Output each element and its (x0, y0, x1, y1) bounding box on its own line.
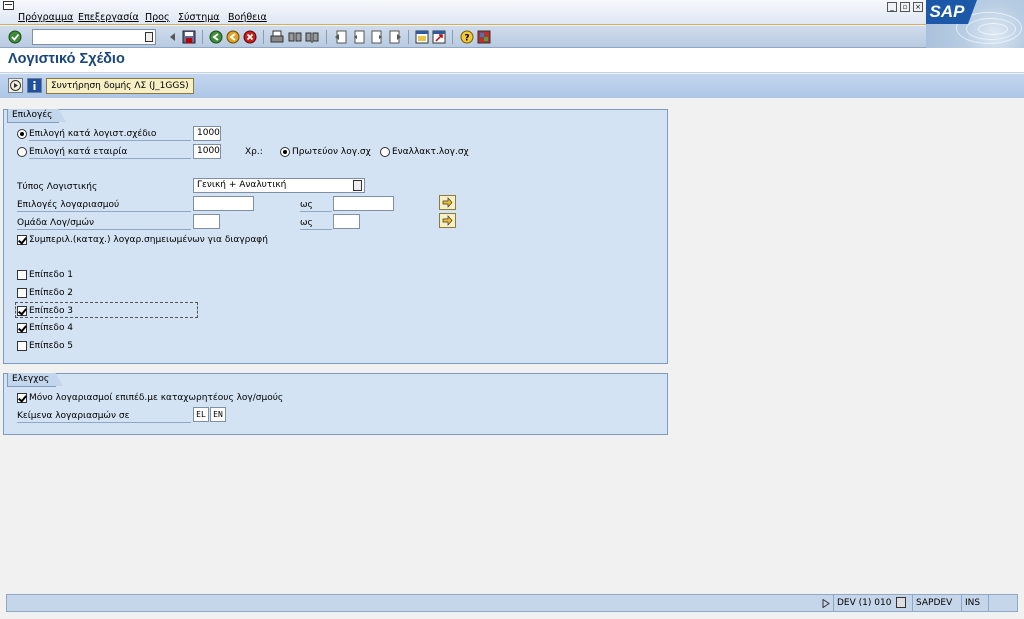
close-window-icon[interactable]: × (913, 2, 923, 12)
menu-edit[interactable]: Επεξεργασία (78, 12, 139, 23)
menu-program[interactable]: Πρόγραμμα (18, 12, 73, 23)
company-code-field[interactable]: 1000 (193, 144, 221, 159)
include-deleted-checkbox[interactable] (17, 235, 27, 245)
only-posting-accounts-label: Μόνο λογαριασμοί επιπέδ.με καταχωρητέους… (29, 393, 284, 403)
account-to-field[interactable] (333, 196, 394, 211)
account-group-to-field[interactable] (333, 214, 360, 229)
radio-primary-chart[interactable] (280, 147, 290, 157)
exit-icon[interactable] (226, 30, 240, 44)
execute-icon[interactable] (8, 78, 23, 93)
account-group-from-field[interactable] (193, 214, 220, 229)
level-2-checkbox[interactable] (17, 288, 27, 298)
menu-help[interactable]: Βοήθεια (228, 12, 267, 23)
find-next-icon[interactable] (305, 30, 319, 44)
level-3-checkbox[interactable] (17, 306, 27, 316)
chart-type-label: Χρ.: (245, 147, 263, 157)
cancel-icon[interactable] (243, 30, 257, 44)
account-multiple-selection-button[interactable] (439, 195, 456, 210)
radio-alternative-chart[interactable] (380, 147, 390, 157)
standard-toolbar: ? (0, 26, 926, 48)
layout-icon[interactable] (477, 30, 491, 44)
back-icon[interactable] (209, 30, 223, 44)
application-toolbar: Συντήρηση δομής ΛΣ (J_1GGS) (0, 74, 1024, 98)
account-group-label: Ομάδα Λογ/σμών (17, 217, 191, 230)
select-by-chart-label: Επιλογή κατά λογιστ.σχέδιο (29, 128, 191, 141)
sap-logo-text: SAP (926, 0, 977, 24)
account-group-multiple-selection-button[interactable] (439, 213, 456, 228)
print-icon[interactable] (270, 30, 284, 44)
page-title: Λογιστικό Σχέδιο (8, 51, 125, 67)
control-group-title: Ελεγχος (7, 372, 64, 387)
account-group-to-label: ως (300, 217, 332, 230)
language-el-field[interactable]: EL (193, 407, 209, 422)
accounting-type-value: Γενική + Αναλυτική (197, 180, 287, 190)
command-field[interactable] (32, 29, 156, 45)
info-icon[interactable] (27, 78, 42, 93)
status-bar: DEV (1) 010 SAPDEV INS (6, 594, 1018, 612)
account-selection-label: Επιλογές λογαριασμού (17, 199, 191, 212)
multiple-selection-arrow-icon (442, 197, 453, 208)
minimize-icon[interactable]: _ (887, 2, 897, 12)
level-1-checkbox[interactable] (17, 270, 27, 280)
sap-logo: SAP (926, 0, 1024, 48)
back-small-icon[interactable] (166, 30, 180, 44)
level-4-checkbox[interactable] (17, 323, 27, 333)
server-name: SAPDEV (912, 595, 960, 611)
shortcut-icon[interactable] (432, 30, 446, 44)
accounting-type-dropdown-icon[interactable] (353, 180, 362, 191)
only-posting-accounts-checkbox[interactable] (17, 393, 27, 403)
menu-bar: Πρόγραμμα Επεξεργασία Προς Σύστημα Βοήθε… (0, 0, 1024, 25)
accounting-type-select[interactable]: Γενική + Αναλυτική (193, 178, 365, 193)
system-info: DEV (1) 010 (833, 595, 897, 611)
previous-page-icon[interactable] (352, 30, 366, 44)
find-icon[interactable] (288, 30, 302, 44)
save-icon[interactable] (182, 30, 196, 44)
level-5-label: Επίπεδο 5 (29, 341, 74, 351)
status-empty-segment (988, 595, 1018, 611)
restore-icon[interactable]: ▫ (900, 2, 910, 12)
account-to-label: ως (300, 199, 332, 212)
radio-select-by-chart[interactable] (17, 129, 27, 139)
include-deleted-label: Συμπεριλ.(καταχ.) λογαρ.σημειωμένων για … (29, 235, 268, 245)
enter-icon[interactable] (8, 30, 22, 44)
account-texts-language-label: Κείμενα λογαριασμών σε (17, 410, 191, 423)
level-1-label: Επίπεδο 1 (29, 270, 74, 280)
options-group-title: Επιλογές (7, 108, 68, 123)
maintain-structure-button[interactable]: Συντήρηση δομής ΛΣ (J_1GGS) (46, 78, 194, 94)
level-2-label: Επίπεδο 2 (29, 288, 74, 298)
status-toggle-icon[interactable] (822, 599, 830, 608)
system-info-dropdown-icon[interactable] (896, 597, 906, 608)
select-by-company-label: Επιλογή κατά εταιρία (29, 146, 191, 159)
language-en-field[interactable]: EN (210, 407, 226, 422)
last-page-icon[interactable] (388, 30, 402, 44)
accounting-type-label: Τύπος Λογιστικής (17, 182, 98, 192)
window-menu-icon[interactable] (3, 1, 14, 10)
insert-mode: INS (961, 595, 987, 611)
level-4-label: Επίπεδο 4 (29, 323, 74, 333)
new-session-icon[interactable] (415, 30, 429, 44)
svg-text:?: ? (464, 34, 469, 44)
menu-goto[interactable]: Προς (145, 12, 170, 23)
radio-select-by-company[interactable] (17, 147, 27, 157)
options-group: Επιλογές Επιλογή κατά λογιστ.σχέδιο 1000… (3, 108, 668, 364)
menu-system[interactable]: Σύστημα (178, 12, 220, 23)
next-page-icon[interactable] (370, 30, 384, 44)
level-3-label: Επίπεδο 3 (29, 306, 74, 316)
primary-chart-label: Πρωτεύον λογ.σχ (292, 147, 371, 157)
multiple-selection-arrow-icon (442, 215, 453, 226)
alternative-chart-label: Εναλλακτ.λογ.σχ (392, 147, 469, 157)
title-bar: Λογιστικό Σχέδιο (0, 48, 1024, 73)
account-from-field[interactable] (193, 196, 254, 211)
command-dropdown-icon[interactable] (145, 32, 153, 42)
chart-of-accounts-field[interactable]: 1000 (193, 126, 221, 141)
control-group: Ελεγχος Μόνο λογαριασμοί επιπέδ.με καταχ… (3, 372, 668, 435)
help-icon[interactable]: ? (460, 30, 474, 44)
first-page-icon[interactable] (334, 30, 348, 44)
level-5-checkbox[interactable] (17, 341, 27, 351)
